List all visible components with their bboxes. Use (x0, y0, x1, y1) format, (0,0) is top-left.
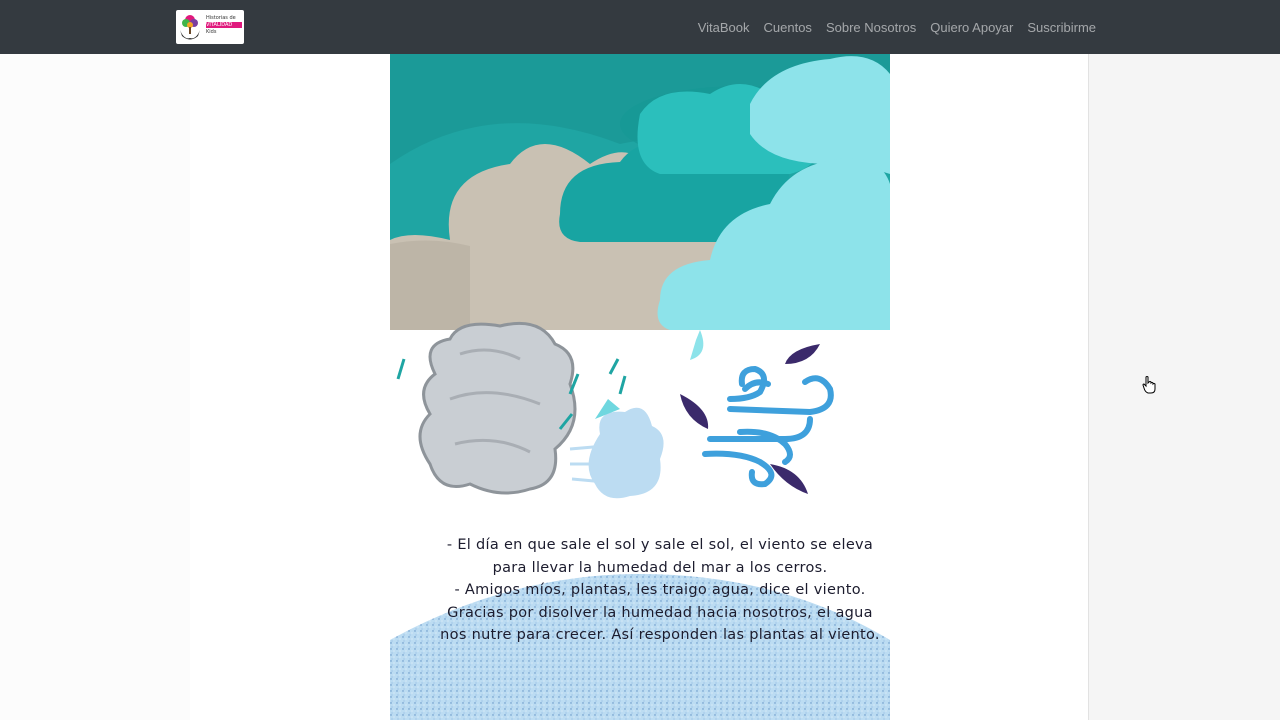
story-paragraph: Gracias por disolver la humedad hacia no… (440, 604, 880, 644)
brand-logo[interactable]: Historias de VITALIDAD Kids (176, 10, 244, 44)
nav-links: VitaBook Cuentos Sobre Nosotros Quiero A… (684, 0, 1096, 54)
story-text: - El día en que sale el sol y sale el so… (440, 534, 880, 647)
tree-hands-logo-icon (180, 15, 200, 40)
storm-clouds-icon (390, 54, 890, 360)
left-margin-panel (0, 54, 190, 720)
nav-link-quiero-apoyar[interactable]: Quiero Apoyar (930, 20, 1013, 35)
blowing-cloud-icon (396, 321, 664, 499)
story-paragraph: - El día en que sale el sol y sale el so… (446, 537, 874, 576)
brand-line-3: Kids (206, 29, 217, 35)
brand-line-1: Historias de (206, 15, 236, 21)
brand-text: Historias de VITALIDAD Kids (206, 15, 242, 35)
hand-pointer-icon (1142, 376, 1156, 394)
nav-link-cuentos[interactable]: Cuentos (764, 20, 812, 35)
nav-link-suscribirme[interactable]: Suscribirme (1027, 20, 1096, 35)
top-navbar: Historias de VITALIDAD Kids VitaBook Cue… (0, 0, 1280, 54)
right-side-panel[interactable] (1088, 54, 1280, 720)
wind-leaves-icon (702, 365, 834, 488)
nav-link-vitabook[interactable]: VitaBook (698, 20, 750, 35)
brand-line-2: VITALIDAD (206, 22, 242, 28)
nav-link-sobre-nosotros[interactable]: Sobre Nosotros (826, 20, 916, 35)
story-paragraph: - Amigos míos, plantas, les traigo agua,… (454, 582, 866, 598)
